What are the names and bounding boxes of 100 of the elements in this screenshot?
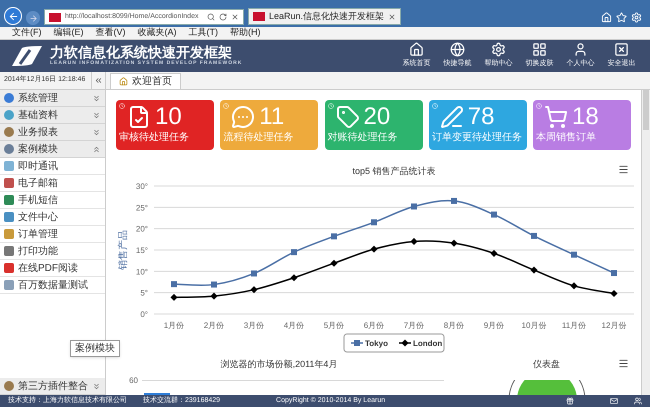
data-point: [571, 252, 577, 258]
sidebar-group[interactable]: 案例模块: [0, 141, 105, 158]
legend-label: Tokyo: [365, 339, 388, 348]
card-label: 审核待处理任务: [119, 132, 190, 144]
data-point: [291, 249, 297, 256]
settings-icon: [631, 12, 642, 23]
data-point: [330, 260, 338, 267]
menu-item[interactable]: 收藏夹(A): [138, 26, 176, 40]
axis-title: 销售产品: [118, 230, 129, 270]
sidebar-item[interactable]: 即时通讯: [0, 158, 105, 175]
card-label: 本周销售订单: [536, 132, 597, 144]
axis-label: 5月份: [324, 321, 344, 330]
sidebar-item[interactable]: 打印功能: [0, 243, 105, 260]
gift-icon: [566, 397, 574, 405]
sidebar-group[interactable]: 系统管理: [0, 90, 105, 107]
axis-label: 7月份: [404, 321, 424, 330]
axis-label: 3月份: [244, 321, 264, 330]
data-point: [171, 281, 177, 288]
globe-icon: [450, 42, 465, 58]
axis-label: 4月份: [284, 321, 304, 330]
chat-bubble-icon: [231, 105, 256, 129]
menu-item[interactable]: 工具(T): [188, 26, 218, 40]
grid-icon: [532, 42, 547, 58]
menu-item[interactable]: 文件(F): [12, 26, 42, 40]
forward-button[interactable]: [26, 11, 40, 25]
sidebar-group[interactable]: 第三方插件整合: [0, 378, 105, 395]
sidebar-item-label: 打印功能: [18, 244, 58, 258]
sidebar-group[interactable]: 基础资料: [0, 107, 105, 124]
sidebar-group-label: 系统管理: [18, 92, 59, 106]
sidebar-group[interactable]: 业务报表: [0, 124, 105, 141]
sidebar-item[interactable]: 电子邮箱: [0, 175, 105, 192]
menu-item[interactable]: 帮助(H): [230, 26, 260, 40]
clock-icon: [536, 103, 542, 109]
pencil-icon: [440, 105, 464, 129]
clock-icon: [328, 103, 334, 109]
close-icon: [614, 42, 629, 58]
data-point: [451, 198, 457, 204]
arrow-right-icon: [28, 14, 38, 22]
house-icon: [409, 42, 424, 58]
sidebar-item-label: 电子邮箱: [18, 176, 58, 190]
sidebar-item-label: 在线PDF阅读: [18, 262, 78, 276]
data-point: [170, 294, 178, 301]
legend-marker: [351, 340, 363, 346]
sidebar-item[interactable]: 订单管理: [0, 226, 105, 243]
arrow-left-icon: [8, 10, 18, 22]
legend-label: London: [413, 339, 442, 348]
axis-label: 10月份: [522, 321, 546, 330]
data-point: [411, 203, 417, 210]
search-icon: [207, 13, 215, 21]
card-count: 20: [364, 102, 390, 132]
users-icon: [634, 397, 642, 405]
refresh-icon: [219, 13, 227, 21]
sidebar-item[interactable]: 文件中心: [0, 209, 105, 226]
cart-icon: [544, 105, 568, 129]
axis-label: 10°: [136, 267, 148, 276]
menu-item[interactable]: 查看(V): [96, 26, 126, 40]
star-icon: [616, 12, 627, 23]
data-point: [250, 286, 258, 294]
clock-icon: [119, 103, 125, 109]
axis-label: 9月份: [484, 321, 504, 330]
axis-label: 20°: [136, 224, 148, 234]
card-label: 订单变更待处理任务: [432, 132, 523, 144]
gear-icon: [491, 42, 506, 58]
data-point: [210, 292, 218, 300]
document-check-icon: [127, 105, 151, 129]
sidebar-item[interactable]: 手机短信: [0, 192, 105, 209]
axis-label: 11月份: [562, 321, 586, 330]
axis-label: 12月份: [602, 321, 626, 330]
data-point: [371, 219, 377, 226]
data-point: [611, 270, 617, 276]
site-icon: [253, 12, 265, 21]
tooltip: 案例模块: [70, 340, 120, 357]
axis-label: 0°: [140, 310, 148, 319]
card-count: 11: [259, 102, 284, 132]
axis-label: 1月份: [164, 321, 184, 330]
sidebar-group-label: 业务报表: [18, 126, 59, 140]
data-point: [490, 250, 498, 257]
card-count: 10: [155, 102, 182, 132]
browser-tab[interactable]: LeaRun.信息化快速开发框架: [248, 8, 402, 25]
tag-icon: [336, 105, 360, 129]
sidebar-item[interactable]: 百万数据量测试: [0, 277, 105, 294]
sidebar-item-label: 文件中心: [18, 210, 58, 224]
clock-icon: [223, 103, 230, 109]
stat-card[interactable]: 10 审核待处理任务: [116, 100, 214, 150]
sidebar-item[interactable]: 在线PDF阅读: [0, 260, 105, 277]
data-point: [251, 270, 257, 276]
axis-label: 15°: [136, 246, 148, 255]
menu-item[interactable]: 编辑(E): [54, 26, 84, 40]
menu-icon: [618, 164, 629, 175]
back-button[interactable]: [4, 7, 22, 25]
clock-icon: [432, 103, 438, 109]
chart-title: 仪表盘: [533, 358, 560, 371]
axis-label: 30°: [136, 182, 148, 191]
scrollbar[interactable]: [641, 90, 650, 395]
data-point: [531, 232, 537, 239]
page-tab[interactable]: 欢迎首页: [110, 73, 181, 89]
data-point: [410, 238, 418, 245]
site-icon: [49, 12, 61, 22]
axis-label: 25°: [136, 203, 148, 212]
data-point: [211, 282, 217, 288]
